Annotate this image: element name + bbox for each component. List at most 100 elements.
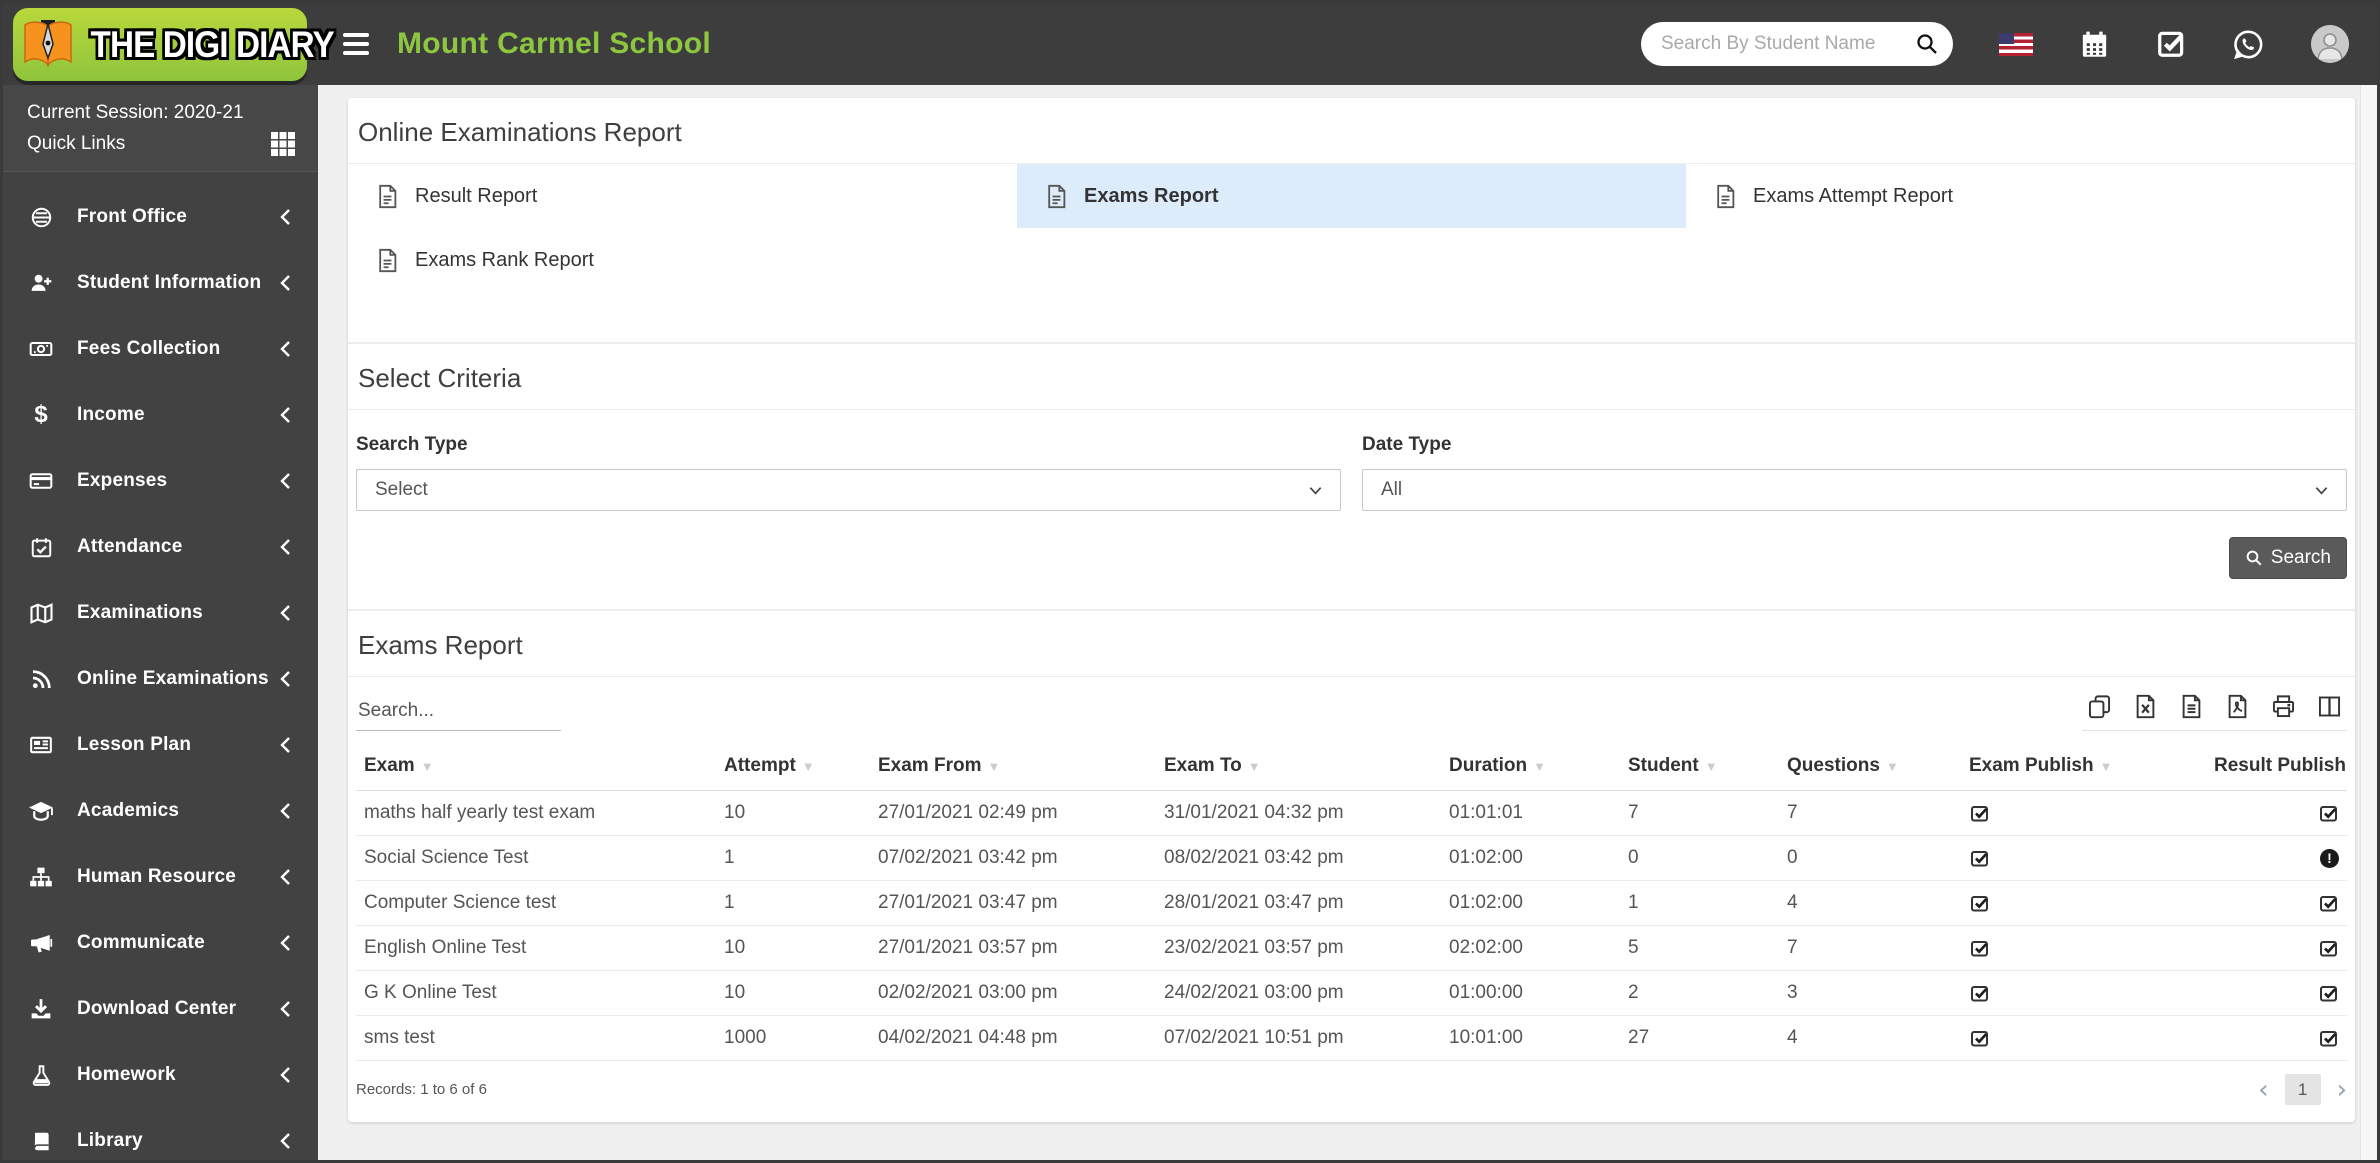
logo-text: THE DIGI DIARY: [90, 23, 335, 65]
grid-icon[interactable]: [270, 131, 296, 157]
chevron-left-icon: [278, 933, 294, 953]
date-type-field: Date Type All: [1362, 434, 2347, 511]
cell-to: 24/02/2021 03:00 pm: [1156, 970, 1441, 1016]
export-toolbar: [2082, 693, 2347, 731]
page-title: Online Examinations Report: [348, 98, 2355, 164]
table-search-input[interactable]: [356, 694, 561, 731]
sidebar-item-label: Lesson Plan: [77, 734, 192, 755]
cell-exam_publish: [1961, 835, 2206, 881]
tasks-check-icon[interactable]: [2156, 29, 2186, 59]
cell-questions: 4: [1779, 1015, 1961, 1061]
date-type-select[interactable]: All: [1362, 469, 2347, 511]
exams-report-title: Exams Report: [348, 611, 2355, 677]
quick-links-label: Quick Links: [27, 133, 126, 154]
export-text-file-icon[interactable]: [2178, 693, 2205, 720]
cell-from: 04/02/2021 04:48 pm: [870, 1015, 1156, 1061]
human-resource-icon: [27, 865, 55, 889]
calendar-icon[interactable]: [2079, 29, 2110, 60]
report-link-label: Exams Attempt Report: [1753, 184, 1954, 207]
cell-from: 27/01/2021 03:57 pm: [870, 925, 1156, 971]
report-link-exams-rank-report[interactable]: Exams Rank Report: [348, 228, 1017, 292]
column-header-duration[interactable]: Duration ▼: [1441, 745, 1620, 791]
current-session-label: Current Session: 2020-21: [27, 102, 244, 123]
sidebar-item-attendance[interactable]: Attendance: [3, 514, 318, 580]
chevron-left-icon: [278, 669, 294, 689]
column-header-exam-to[interactable]: Exam To ▼: [1156, 745, 1441, 791]
table-search: [356, 694, 561, 731]
search-type-field: Search Type Select: [356, 434, 1341, 511]
cell-duration: 01:02:00: [1441, 835, 1620, 881]
sidebar-item-label: Library: [77, 1130, 143, 1151]
cell-duration: 01:00:00: [1441, 970, 1620, 1016]
cell-from: 07/02/2021 03:42 pm: [870, 835, 1156, 881]
vertical-scrollbar[interactable]: [2360, 85, 2377, 1160]
sidebar-item-front-office[interactable]: Front Office: [3, 184, 318, 250]
export-excel-icon[interactable]: [2132, 693, 2159, 720]
hamburger-menu-icon[interactable]: [343, 28, 373, 60]
check-square-icon: [1969, 1027, 1990, 1048]
export-pdf-icon[interactable]: [2224, 693, 2251, 720]
search-icon[interactable]: [1915, 32, 1939, 56]
report-link-exams-attempt-report[interactable]: Exams Attempt Report: [1686, 164, 2355, 228]
logo-book-icon: [19, 16, 77, 74]
whatsapp-icon[interactable]: [2232, 28, 2265, 61]
report-link-exams-report[interactable]: Exams Report: [1017, 164, 1686, 228]
search-icon: [2245, 549, 2263, 567]
cell-exam_publish: [1961, 1015, 2206, 1061]
search-type-select[interactable]: Select: [356, 469, 1341, 511]
sidebar-item-expenses[interactable]: Expenses: [3, 448, 318, 514]
export-columns-icon[interactable]: [2316, 693, 2343, 720]
sidebar-item-label: Download Center: [77, 998, 237, 1019]
sort-arrow-icon: ▼: [420, 759, 434, 774]
student-search-input[interactable]: [1661, 33, 1915, 55]
sidebar-item-lesson-plan[interactable]: Lesson Plan: [3, 712, 318, 778]
column-header-exam[interactable]: Exam ▼: [356, 745, 716, 791]
column-header-exam-from[interactable]: Exam From ▼: [870, 745, 1156, 791]
sidebar-item-student-information[interactable]: Student Information: [3, 250, 318, 316]
sidebar-item-human-resource[interactable]: Human Resource: [3, 844, 318, 910]
cell-exam: Computer Science test: [356, 880, 716, 926]
sidebar-item-library[interactable]: Library: [3, 1108, 318, 1160]
cell-result_publish: [2206, 1015, 2347, 1061]
table-header-row: Exam ▼ Attempt ▼ Exam From ▼ Exam To ▼ Duration ▼…: [356, 745, 2347, 791]
sidebar-item-online-examinations[interactable]: Online Examinations: [3, 646, 318, 712]
app-logo[interactable]: THE DIGI DIARY: [13, 8, 335, 81]
academics-icon: [27, 798, 55, 824]
sidebar-item-income[interactable]: $ Income: [3, 382, 318, 448]
cell-questions: 7: [1779, 790, 1961, 836]
export-copy-icon[interactable]: [2086, 693, 2113, 720]
page-number-button[interactable]: 1: [2284, 1074, 2321, 1105]
sidebar-item-download-center[interactable]: Download Center: [3, 976, 318, 1042]
sidebar-item-academics[interactable]: Academics: [3, 778, 318, 844]
language-flag-icon[interactable]: [1999, 32, 2033, 56]
sidebar-item-examinations[interactable]: Examinations: [3, 580, 318, 646]
lesson-plan-icon: [27, 733, 55, 757]
sidebar-item-homework[interactable]: Homework: [3, 1042, 318, 1108]
cell-questions: 4: [1779, 880, 1961, 926]
sidebar-menu: Front Office Student Information Fees Coll…: [3, 172, 318, 1160]
column-header-result-publish[interactable]: Result Publish: [2206, 745, 2347, 791]
sidebar-item-label: Human Resource: [77, 866, 237, 887]
cell-attempt: 1: [716, 880, 870, 926]
chevron-left-icon: [278, 867, 294, 887]
column-header-attempt[interactable]: Attempt ▼: [716, 745, 870, 791]
page-prev-button[interactable]: ‹: [2258, 1077, 2268, 1103]
search-button[interactable]: Search: [2228, 537, 2347, 579]
sidebar-item-fees-collection[interactable]: Fees Collection: [3, 316, 318, 382]
sort-arrow-icon: ▼: [1885, 759, 1899, 774]
sidebar-nav: Current Session: 2020-21 Quick Links Fro…: [3, 85, 318, 1160]
cell-student: 5: [1620, 925, 1779, 971]
column-header-student[interactable]: Student ▼: [1620, 745, 1779, 791]
user-avatar[interactable]: [2311, 25, 2349, 63]
table-row: Social Science Test 1 07/02/2021 03:42 pm 0…: [356, 835, 2347, 881]
column-header-questions[interactable]: Questions ▼: [1779, 745, 1961, 791]
column-header-exam-publish[interactable]: Exam Publish ▼: [1961, 745, 2206, 791]
cell-student: 27: [1620, 1015, 1779, 1061]
export-print-icon[interactable]: [2270, 693, 2297, 720]
fees-icon: [27, 337, 55, 361]
sidebar-item-communicate[interactable]: Communicate: [3, 910, 318, 976]
sort-arrow-icon: ▼: [2099, 759, 2113, 774]
criteria-title: Select Criteria: [348, 344, 2355, 410]
page-next-button[interactable]: ›: [2337, 1077, 2347, 1103]
report-link-result-report[interactable]: Result Report: [348, 164, 1017, 228]
